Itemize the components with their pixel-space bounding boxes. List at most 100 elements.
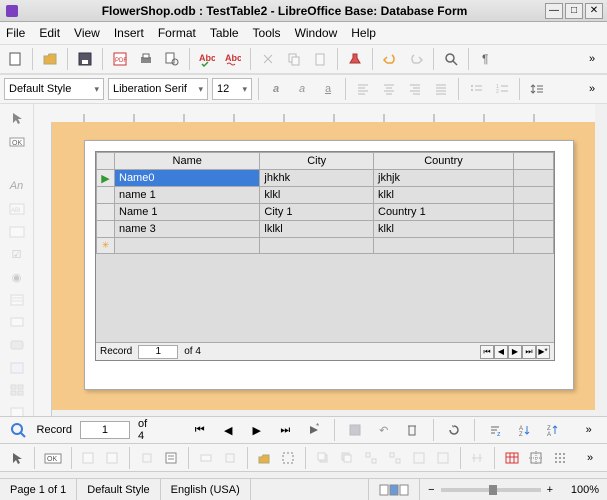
- find-record-button[interactable]: [8, 419, 29, 441]
- auto-control-focus-button[interactable]: [279, 447, 297, 469]
- menu-edit[interactable]: Edit: [39, 26, 60, 40]
- cell[interactable]: [514, 238, 554, 254]
- select-tool-icon[interactable]: [6, 110, 28, 127]
- zoom-out-icon[interactable]: −: [428, 484, 434, 496]
- export-pdf-button[interactable]: PDF: [109, 48, 131, 70]
- table-row-new[interactable]: ✳: [97, 238, 554, 254]
- align-justify-button[interactable]: [430, 78, 452, 100]
- row-marker-icon[interactable]: [97, 221, 115, 238]
- menu-format[interactable]: Format: [158, 26, 196, 40]
- add-field-button[interactable]: [197, 447, 215, 469]
- sort-desc-button[interactable]: ZA: [542, 419, 563, 441]
- cell[interactable]: [514, 204, 554, 221]
- redo-button[interactable]: [405, 48, 427, 70]
- print-button[interactable]: [135, 48, 157, 70]
- zoom-in-icon[interactable]: +: [547, 484, 553, 496]
- next-record-button[interactable]: ▶: [247, 419, 268, 441]
- snap-grid-button[interactable]: [503, 447, 521, 469]
- bring-front-button[interactable]: [314, 447, 332, 469]
- menu-window[interactable]: Window: [295, 26, 338, 40]
- refresh-button[interactable]: [443, 419, 464, 441]
- language-status[interactable]: English (USA): [161, 479, 251, 500]
- data-table[interactable]: Name City Country ▶ Name0 jhkhk jkhjk na…: [95, 151, 555, 361]
- form-navigator-button[interactable]: [162, 447, 180, 469]
- first-record-button[interactable]: ⏮: [190, 419, 211, 441]
- number-list-button[interactable]: 12: [491, 78, 513, 100]
- align-right-button[interactable]: [404, 78, 426, 100]
- open-button[interactable]: [39, 48, 61, 70]
- last-record-button[interactable]: ⏭: [275, 419, 296, 441]
- send-back-button[interactable]: [338, 447, 356, 469]
- menu-insert[interactable]: Insert: [114, 26, 144, 40]
- clone-formatting-button[interactable]: [344, 48, 366, 70]
- zoom-value[interactable]: 100%: [559, 484, 599, 496]
- listbox-icon[interactable]: [6, 291, 28, 308]
- design-mode-button[interactable]: OK: [43, 447, 63, 469]
- new-record-button[interactable]: ▶*: [536, 345, 550, 359]
- line-spacing-button[interactable]: [526, 78, 548, 100]
- column-header-extra[interactable]: [514, 153, 554, 170]
- position-size-button[interactable]: [138, 447, 156, 469]
- align-center-button[interactable]: [378, 78, 400, 100]
- format-overflow-button[interactable]: »: [581, 78, 603, 100]
- cell[interactable]: jhkhk: [260, 170, 374, 187]
- copy-button[interactable]: [283, 48, 305, 70]
- table-row[interactable]: name 3 lklkl klkl: [97, 221, 554, 238]
- delete-record-button[interactable]: [402, 419, 423, 441]
- paste-button[interactable]: [309, 48, 331, 70]
- new-row-marker-icon[interactable]: ✳: [97, 238, 115, 254]
- text-box-icon[interactable]: [6, 223, 28, 240]
- cell[interactable]: Name 1: [115, 204, 260, 221]
- first-record-button[interactable]: ⏮: [480, 345, 494, 359]
- prev-record-button[interactable]: ◀: [218, 419, 239, 441]
- cell[interactable]: [260, 238, 374, 254]
- view-layout-button[interactable]: [369, 479, 420, 500]
- select-tool-button[interactable]: [8, 447, 26, 469]
- design-overflow-button[interactable]: »: [581, 447, 599, 469]
- vertical-ruler[interactable]: [34, 122, 52, 422]
- design-mode-icon[interactable]: OK: [6, 133, 28, 150]
- enter-group-button[interactable]: [410, 447, 428, 469]
- align-button[interactable]: [468, 447, 486, 469]
- exit-group-button[interactable]: [434, 447, 452, 469]
- record-number-input[interactable]: [138, 345, 178, 359]
- cell[interactable]: City 1: [260, 204, 374, 221]
- prev-record-button[interactable]: ◀: [494, 345, 508, 359]
- save-button[interactable]: [74, 48, 96, 70]
- record-number-input[interactable]: [80, 421, 130, 439]
- cell[interactable]: [514, 187, 554, 204]
- table-row[interactable]: ▶ Name0 jhkhk jkhjk: [97, 170, 554, 187]
- form-properties-button[interactable]: [103, 447, 121, 469]
- menu-table[interactable]: Table: [210, 26, 239, 40]
- new-button[interactable]: [4, 48, 26, 70]
- corner-cell[interactable]: [97, 153, 115, 170]
- underline-button[interactable]: a: [317, 78, 339, 100]
- find-replace-button[interactable]: [440, 48, 462, 70]
- cell[interactable]: [514, 170, 554, 187]
- cell[interactable]: [374, 238, 514, 254]
- align-left-button[interactable]: [352, 78, 374, 100]
- column-header-city[interactable]: City: [260, 153, 374, 170]
- table-row[interactable]: name 1 klkl klkl: [97, 187, 554, 204]
- maximize-button[interactable]: □: [565, 3, 583, 19]
- page-status[interactable]: Page 1 of 1: [0, 479, 77, 500]
- close-button[interactable]: ✕: [585, 3, 603, 19]
- cell[interactable]: name 3: [115, 221, 260, 238]
- horizontal-ruler[interactable]: [34, 104, 595, 122]
- radio-icon[interactable]: ◉: [6, 269, 28, 286]
- toolbar-overflow-button[interactable]: »: [581, 48, 603, 70]
- cell[interactable]: klkl: [374, 187, 514, 204]
- combobox-icon[interactable]: [6, 314, 28, 331]
- cell[interactable]: Country 1: [374, 204, 514, 221]
- menu-view[interactable]: View: [74, 26, 100, 40]
- row-marker-icon[interactable]: [97, 187, 115, 204]
- cell[interactable]: klkl: [260, 187, 374, 204]
- ungroup-button[interactable]: [386, 447, 404, 469]
- open-design-button[interactable]: [255, 447, 273, 469]
- cut-button[interactable]: [257, 48, 279, 70]
- last-record-button[interactable]: ⏭: [522, 345, 536, 359]
- row-marker-icon[interactable]: [97, 204, 115, 221]
- checkbox-icon[interactable]: ☑: [6, 246, 28, 263]
- font-size-select[interactable]: 12: [212, 78, 252, 100]
- spellcheck-button[interactable]: Abc: [196, 48, 218, 70]
